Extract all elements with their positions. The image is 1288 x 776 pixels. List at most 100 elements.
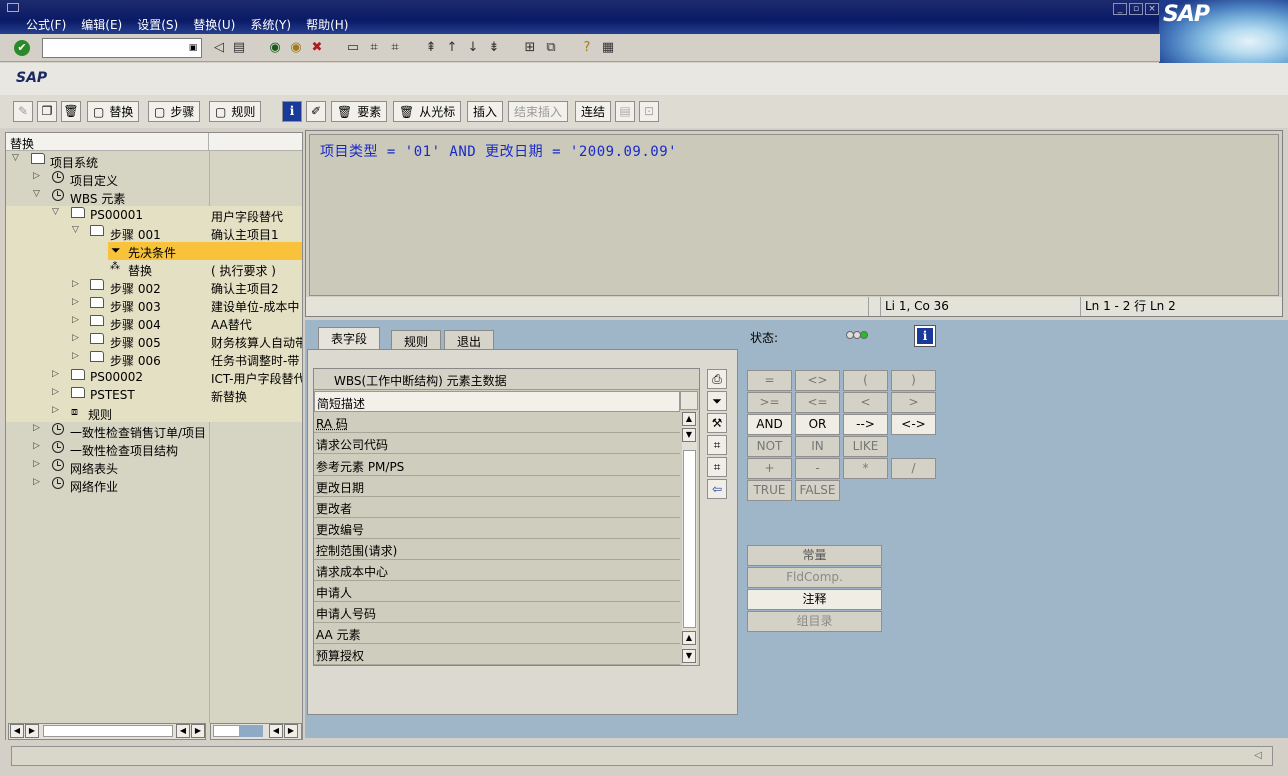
help-icon[interactable]: ? xyxy=(578,39,596,57)
tree-node-rules[interactable]: ▷ ⧈ 规则 xyxy=(6,404,302,422)
tree-node-step-006[interactable]: ▷ 步骤 006 任务书调整时-带 xyxy=(6,350,302,368)
copy-icon[interactable]: ❐ xyxy=(37,101,57,122)
tree-node-consistency-project-structure[interactable]: ▷ 一致性检查项目结构 xyxy=(6,440,302,458)
find-icon[interactable]: ⌗ xyxy=(707,435,727,455)
op-in-button[interactable]: IN xyxy=(795,436,840,457)
op-equiv-button[interactable]: <-> xyxy=(891,414,936,435)
insert-button[interactable]: 插入 xyxy=(467,101,504,122)
op-true-button[interactable]: TRUE xyxy=(747,480,792,501)
op-gt-button[interactable]: > xyxy=(891,392,936,413)
find-icon[interactable]: ⌗ xyxy=(365,39,383,57)
menu-system[interactable]: 系统(Y) xyxy=(250,16,291,33)
previous-page-icon[interactable]: ↑ xyxy=(443,39,461,57)
op-or-button[interactable]: OR xyxy=(795,414,840,435)
restore-icon[interactable]: ▫ xyxy=(1129,3,1143,15)
tree-node-ps00002[interactable]: ▷ PS00002 ICT-用户字段替代 xyxy=(6,368,302,386)
change-icon[interactable]: ✎ xyxy=(13,101,33,122)
print-icon[interactable]: ⎙ xyxy=(707,369,727,389)
list-item[interactable]: 申请人号码 xyxy=(314,602,680,623)
tree-node-step-005[interactable]: ▷ 步骤 005 财务核算人自动带 xyxy=(6,332,302,350)
print-icon[interactable]: ▭ xyxy=(344,39,362,57)
list-item[interactable]: 更改者 xyxy=(314,497,680,518)
scroll-up-icon[interactable]: ▲ xyxy=(682,631,696,645)
rule-button[interactable]: ▢ 规则 xyxy=(209,101,262,122)
tree-node-network-header[interactable]: ▷ 网络表头 xyxy=(6,458,302,476)
minimize-icon[interactable]: _ xyxy=(1113,3,1127,15)
tree-node-step-002[interactable]: ▷ 步骤 002 确认主项目2 xyxy=(6,278,302,296)
constant-button[interactable]: 常量 xyxy=(747,545,882,566)
tree-horizontal-scrollbar[interactable]: ◀ ▶ ◀ ▶ xyxy=(8,723,206,740)
scroll-right-icon[interactable]: ▶ xyxy=(25,724,39,738)
scroll-right-icon[interactable]: ▶ xyxy=(284,724,298,738)
op-open-paren-button[interactable]: ( xyxy=(843,370,888,391)
tree-node-prerequisite[interactable]: ⏷ 先决条件 xyxy=(6,242,302,260)
command-field[interactable]: ▣ xyxy=(42,38,202,58)
menu-formula[interactable]: 公式(F) xyxy=(26,16,66,33)
filter-icon[interactable]: ⏷ xyxy=(707,391,727,411)
menu-replace[interactable]: 替换(U) xyxy=(193,16,235,33)
delete-icon[interactable]: 🗑 xyxy=(61,101,81,122)
op-implies-button[interactable]: --> xyxy=(843,414,888,435)
close-icon[interactable]: × xyxy=(1145,3,1159,15)
field-compare-button[interactable]: FldComp. xyxy=(747,567,882,588)
unlock-icon[interactable]: ⊡ xyxy=(639,101,659,122)
info-icon[interactable]: i xyxy=(914,325,936,347)
op-equal-button[interactable]: = xyxy=(747,370,792,391)
editor-text-area[interactable]: 项目类型 = '01' AND 更改日期 = '2009.09.09' xyxy=(309,134,1279,296)
step-button[interactable]: ▢ 步骤 xyxy=(148,101,201,122)
comment-button[interactable]: 注释 xyxy=(747,589,882,610)
back-arrow-icon[interactable]: ◁ xyxy=(210,39,228,57)
op-minus-button[interactable]: - xyxy=(795,458,840,479)
tree-node-step-004[interactable]: ▷ 步骤 004 AA替代 xyxy=(6,314,302,332)
save-icon[interactable]: ▤ xyxy=(230,39,248,57)
op-like-button[interactable]: LIKE xyxy=(843,436,888,457)
op-false-button[interactable]: FALSE xyxy=(795,480,840,501)
menu-edit[interactable]: 编辑(E) xyxy=(81,16,122,33)
list-item[interactable]: 请求公司代码 xyxy=(314,433,680,454)
replace-button[interactable]: ▢ 替换 xyxy=(87,101,140,122)
scroll-left-icon[interactable]: ◀ xyxy=(10,724,24,738)
set-catalog-button[interactable]: 组目录 xyxy=(747,611,882,632)
list-item[interactable]: 更改编号 xyxy=(314,518,680,539)
from-cursor-button[interactable]: 🗑 从光标 xyxy=(393,101,462,122)
last-page-icon[interactable]: ⇟ xyxy=(485,39,503,57)
list-item[interactable]: 申请人 xyxy=(314,581,680,602)
scroll-left-icon[interactable]: ◀ xyxy=(269,724,283,738)
list-item[interactable]: 简短描述 xyxy=(314,391,680,412)
list-item[interactable]: 更改日期 xyxy=(314,476,680,497)
op-not-button[interactable]: NOT xyxy=(747,436,792,457)
element-button[interactable]: 🗑 要素 xyxy=(331,101,388,122)
first-page-icon[interactable]: ⇞ xyxy=(422,39,440,57)
tree-node-project-definition[interactable]: ▷ 项目定义 xyxy=(6,170,302,188)
tree-node-pstest[interactable]: ▷ PSTEST 新替换 xyxy=(6,386,302,404)
tree-col2-scrollbar[interactable]: ◀ ▶ xyxy=(210,723,302,740)
formula-text[interactable]: 项目类型 = '01' AND 更改日期 = '2009.09.09' xyxy=(320,141,677,161)
tab-table-fields[interactable]: 表字段 xyxy=(318,327,381,349)
list-item[interactable]: 预算授权 xyxy=(314,644,680,665)
list-item[interactable]: RA 码 xyxy=(314,412,680,433)
concat-button[interactable]: 连结 xyxy=(575,101,612,122)
find-next-icon[interactable]: ⌗ xyxy=(386,39,404,57)
scroll-right-icon[interactable]: ▶ xyxy=(191,724,205,738)
tree-node-project-system[interactable]: ▽ 项目系统 xyxy=(6,152,302,170)
op-lt-button[interactable]: < xyxy=(843,392,888,413)
shortcut-icon[interactable]: ⧉ xyxy=(542,39,560,57)
system-menu-icon[interactable] xyxy=(7,3,19,12)
scroll-down-icon[interactable]: ▼ xyxy=(682,649,696,663)
op-not-equal-button[interactable]: <> xyxy=(795,370,840,391)
command-history-icon[interactable]: ▣ xyxy=(186,40,200,56)
scroll-up-icon[interactable]: ▲ xyxy=(682,412,696,426)
back-icon[interactable]: ◉ xyxy=(266,39,284,57)
next-page-icon[interactable]: ↓ xyxy=(464,39,482,57)
tab-rules[interactable]: 规则 xyxy=(391,330,442,349)
tree-node-step-003[interactable]: ▷ 步骤 003 建设单位-成本中 xyxy=(6,296,302,314)
find-next-icon[interactable]: ⌗ xyxy=(707,457,727,477)
tree-node-step-001[interactable]: ▽ 步骤 001 确认主项目1 xyxy=(6,224,302,242)
op-gte-button[interactable]: >= xyxy=(747,392,792,413)
op-lte-button[interactable]: <= xyxy=(795,392,840,413)
list-item[interactable]: 参考元素 PM/PS xyxy=(314,455,680,476)
cancel-icon[interactable]: ✖ xyxy=(308,39,326,57)
back-arrow-icon[interactable]: ⇦ xyxy=(707,479,727,499)
layout-menu-icon[interactable]: ▦ xyxy=(599,39,617,57)
edit-icon[interactable]: ✐ xyxy=(306,101,326,122)
